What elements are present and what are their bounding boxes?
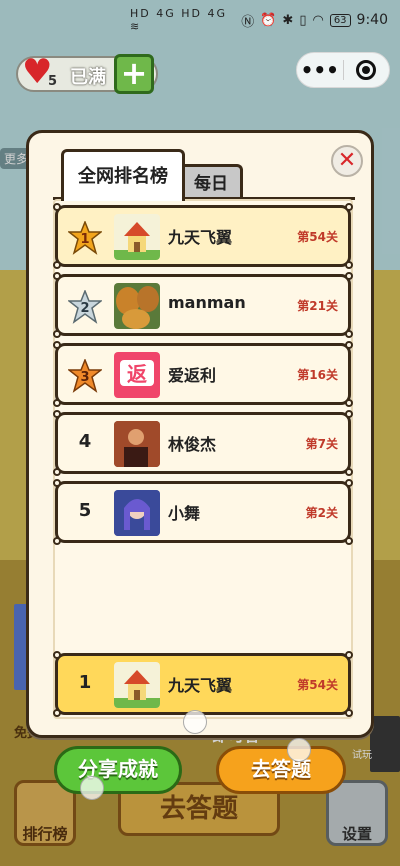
ranking-row[interactable]: 2 manman 第21关 — [53, 272, 353, 338]
player-level: 第21关 — [297, 299, 338, 313]
my-player-name: 九天飞翼 — [168, 676, 233, 695]
player-level: 第7关 — [305, 437, 338, 451]
clock: 9:40 — [356, 12, 388, 28]
touch-indicator — [287, 738, 311, 762]
player-name: 小舞 — [168, 504, 201, 523]
hearts-pill: ♥ 5 已满 + — [16, 52, 158, 94]
exit-miniprogram-button[interactable] — [343, 60, 389, 80]
rank-number: 3 — [80, 370, 89, 385]
row-corner-ornament — [53, 341, 61, 349]
close-button[interactable]: ✕ — [331, 145, 363, 177]
svg-text:返: 返 — [127, 362, 147, 386]
my-player-level: 第54关 — [297, 678, 338, 692]
row-corner-ornament — [53, 468, 61, 476]
row-corner-ornament — [345, 261, 353, 269]
row-corner-ornament — [345, 341, 353, 349]
avatar: 返 — [114, 352, 160, 398]
player-name: 爱返利 — [168, 366, 217, 385]
touch-indicator — [80, 776, 104, 800]
row-corner-ornament — [345, 399, 353, 407]
row-corner-ornament — [345, 410, 353, 418]
row-corner-ornament — [53, 537, 61, 545]
row-corner-ornament — [345, 203, 353, 211]
row-corner-ornament — [53, 272, 61, 280]
vibrate-icon: ▯ — [299, 12, 307, 28]
player-name: manman — [168, 293, 246, 312]
my-rank-number: 1 — [78, 672, 92, 693]
rank-number: 5 — [78, 500, 92, 521]
player-name: 九天飞翼 — [168, 228, 233, 247]
avatar — [114, 283, 160, 329]
house-avatar-icon — [114, 670, 160, 708]
player-level: 第16关 — [297, 368, 338, 382]
row-corner-ornament — [53, 651, 61, 659]
row-corner-ornament — [345, 479, 353, 487]
share-achievement-button[interactable]: 分享成就 — [54, 746, 182, 794]
nfc-icon: Ⓝ — [241, 14, 255, 30]
tab-daily[interactable]: 每日 — [179, 164, 243, 200]
status-bar: HD 4G HD 4G ≋ Ⓝ ⏰ ✱ ▯ ◠ 63 9:40 — [0, 0, 400, 40]
ranking-row[interactable]: 3 返 爱返利 第16关 — [53, 341, 353, 407]
row-corner-ornament — [345, 272, 353, 280]
hearts-status: 已满 — [70, 67, 106, 88]
house-avatar-icon — [114, 222, 160, 260]
rank-number: 2 — [80, 301, 89, 316]
rebate-avatar-icon: 返 — [120, 360, 154, 386]
row-corner-ornament — [345, 709, 353, 717]
row-corner-ornament — [53, 399, 61, 407]
row-corner-ornament — [345, 468, 353, 476]
ranking-row[interactable]: 1 九天飞翼 第54关 — [53, 203, 353, 269]
fruit-avatar-icon — [116, 286, 159, 329]
row-corner-ornament — [53, 709, 61, 717]
bronze-rank-badge-icon: 3 — [68, 359, 102, 393]
avatar — [114, 421, 160, 467]
ranking-row[interactable]: 5 小舞 第2关 — [53, 479, 353, 545]
leaderboard-modal: 每日 全网排名榜 ✕ 1 九天飞翼 第54关 2 manman 第21关 3 返… — [26, 130, 374, 738]
silver-rank-badge-icon: 2 — [68, 290, 102, 324]
row-corner-ornament — [345, 537, 353, 545]
row-corner-ornament — [53, 410, 61, 418]
avatar — [114, 490, 160, 536]
target-icon — [356, 60, 377, 80]
more-menu-button[interactable]: ••• — [297, 60, 343, 80]
signal-icons: HD 4G HD 4G ≋ — [130, 7, 228, 33]
alarm-icon: ⏰ — [260, 12, 277, 28]
my-ranking-row[interactable]: 1 九天飞翼 第54关 — [53, 651, 353, 717]
player-name: 林俊杰 — [168, 435, 217, 454]
rank-number: 4 — [78, 431, 92, 452]
row-corner-ornament — [345, 330, 353, 338]
portrait-avatar-icon — [114, 421, 160, 467]
add-hearts-button[interactable]: + — [114, 54, 154, 94]
battery-icon: 63 — [329, 13, 351, 27]
wifi-icon: ◠ — [312, 12, 324, 28]
bluetooth-icon: ✱ — [282, 12, 294, 28]
go-answer-button[interactable]: 去答题 — [216, 746, 346, 794]
tab-global-ranking[interactable]: 全网排名榜 — [61, 149, 185, 201]
gold-rank-badge-icon: 1 — [68, 221, 102, 255]
row-corner-ornament — [53, 203, 61, 211]
ranking-row[interactable]: 4 林俊杰 第7关 — [53, 410, 353, 476]
avatar — [114, 214, 160, 260]
row-corner-ornament — [53, 330, 61, 338]
player-level: 第54关 — [297, 230, 338, 244]
row-corner-ornament — [53, 479, 61, 487]
row-corner-ornament — [345, 651, 353, 659]
rank-number: 1 — [80, 232, 89, 247]
touch-indicator — [183, 710, 207, 734]
player-level: 第2关 — [305, 506, 338, 520]
row-corner-ornament — [53, 261, 61, 269]
my-avatar — [114, 662, 160, 708]
miniprogram-capsule: ••• — [296, 52, 390, 88]
status-right: Ⓝ ⏰ ✱ ▯ ◠ 63 9:40 — [241, 11, 388, 30]
heart-count: 5 — [48, 74, 58, 89]
anime-avatar-icon — [114, 490, 160, 536]
